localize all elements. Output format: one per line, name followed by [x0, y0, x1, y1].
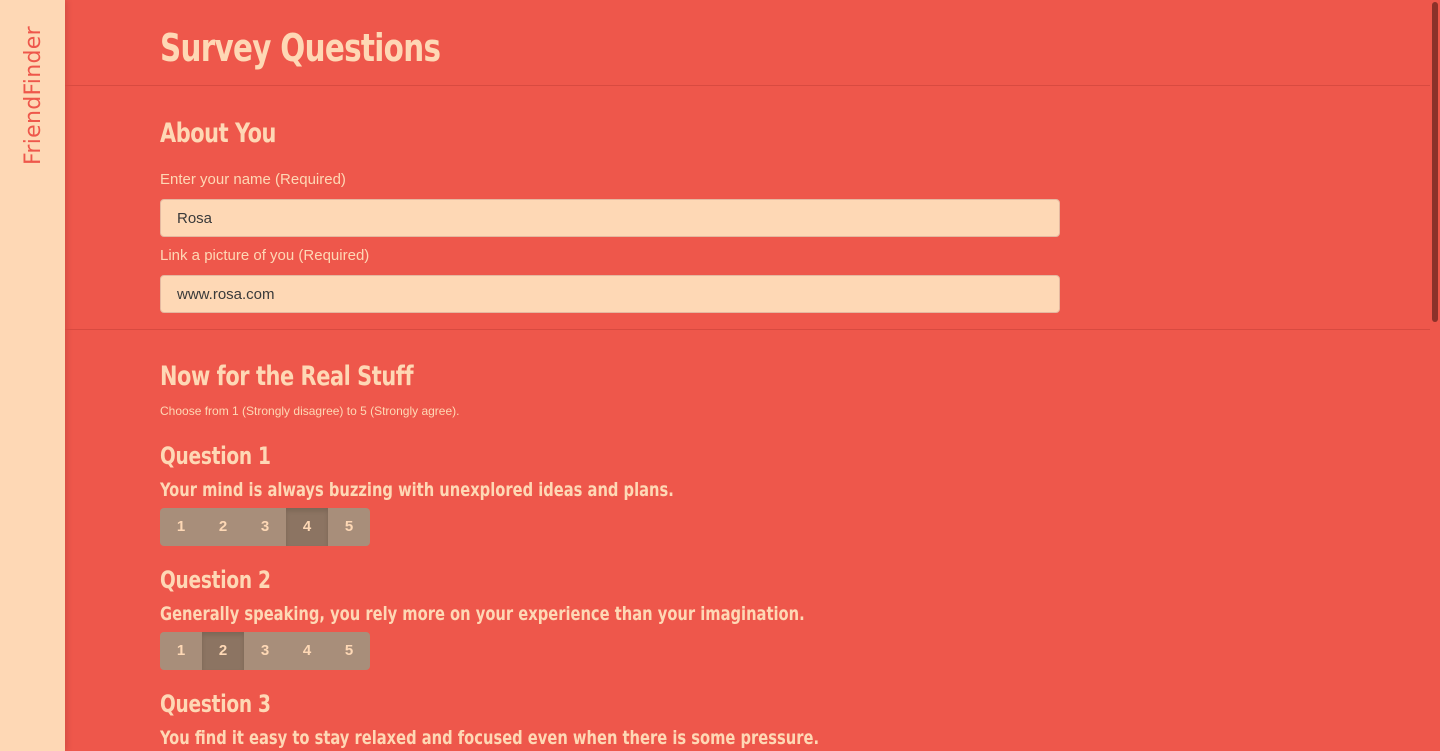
scrollbar-thumb[interactable] — [1432, 2, 1438, 322]
name-input[interactable] — [160, 199, 1060, 237]
question-1-option-2[interactable]: 2 — [202, 508, 244, 546]
photo-label: Link a picture of you (Required) — [160, 247, 370, 264]
question-2-option-2[interactable]: 2 — [202, 632, 244, 670]
real-stuff-section-title: Now for the Real Stuff — [160, 361, 414, 392]
question-2-title: Question 2 — [160, 566, 271, 594]
question-1-option-1[interactable]: 1 — [160, 508, 202, 546]
divider — [65, 85, 1430, 86]
question-3-text: You find it easy to stay relaxed and foc… — [160, 727, 820, 749]
photo-url-input[interactable] — [160, 275, 1060, 313]
question-2-option-5[interactable]: 5 — [328, 632, 370, 670]
question-1-text: Your mind is always buzzing with unexplo… — [160, 479, 674, 501]
question-3-title: Question 3 — [160, 690, 271, 718]
question-2-options: 1 2 3 4 5 — [160, 632, 370, 670]
question-1-option-3[interactable]: 3 — [244, 508, 286, 546]
name-label: Enter your name (Required) — [160, 171, 346, 188]
question-1-options: 1 2 3 4 5 — [160, 508, 370, 546]
question-1-title: Question 1 — [160, 442, 271, 470]
question-2-option-3[interactable]: 3 — [244, 632, 286, 670]
question-1-option-5[interactable]: 5 — [328, 508, 370, 546]
main-content: Survey Questions About You Enter your na… — [65, 0, 1430, 751]
question-2-text: Generally speaking, you rely more on you… — [160, 603, 805, 625]
scrollbar[interactable] — [1430, 0, 1440, 751]
page-title: Survey Questions — [160, 26, 441, 70]
question-2-option-1[interactable]: 1 — [160, 632, 202, 670]
question-2-option-4[interactable]: 4 — [286, 632, 328, 670]
brand-logo[interactable]: FriendFinder — [0, 20, 65, 170]
scale-hint: Choose from 1 (Strongly disagree) to 5 (… — [160, 404, 460, 418]
divider — [65, 329, 1430, 330]
sidebar: FriendFinder — [0, 0, 65, 751]
about-section-title: About You — [160, 118, 276, 149]
brand-label: FriendFinder — [21, 26, 46, 165]
question-1-option-4[interactable]: 4 — [286, 508, 328, 546]
